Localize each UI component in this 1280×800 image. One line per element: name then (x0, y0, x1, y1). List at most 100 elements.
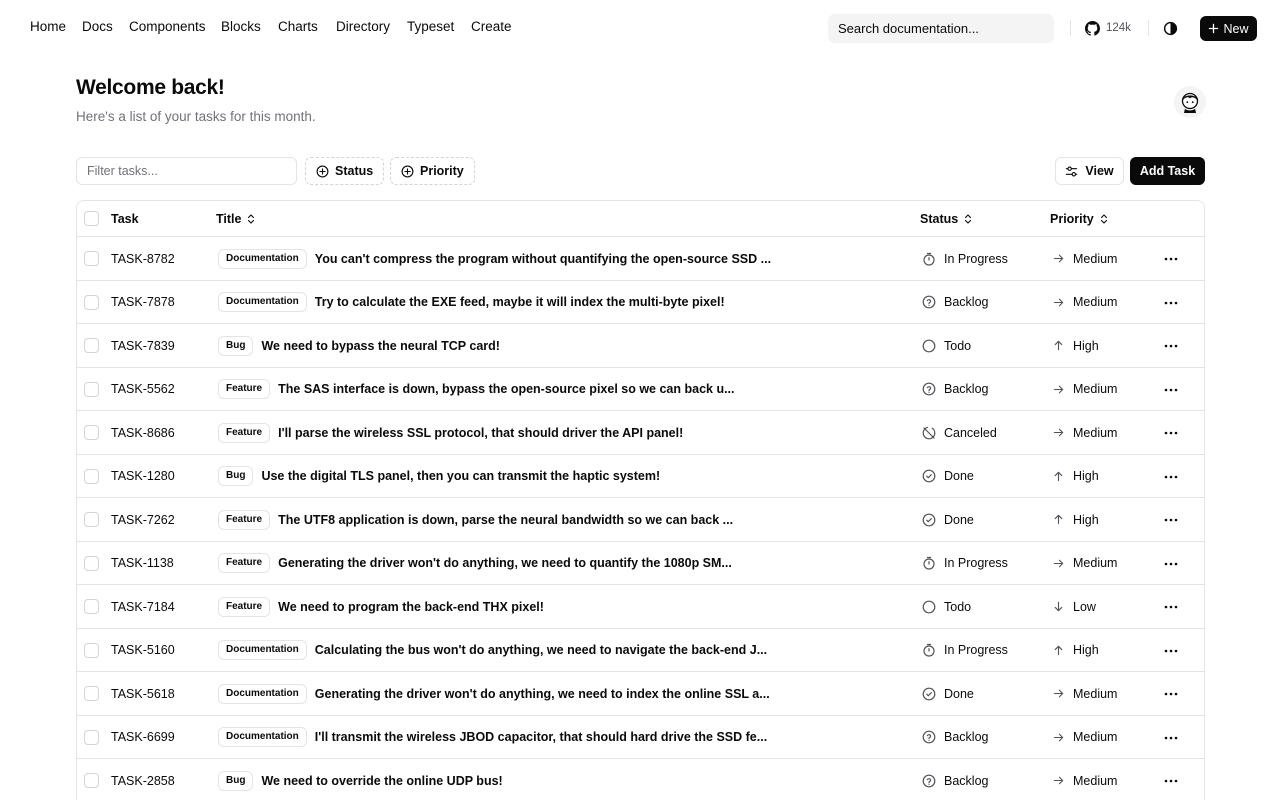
arrow-right-icon (1052, 296, 1065, 309)
task-id-cell: TASK-1138 (111, 542, 174, 586)
nav-link-blocks[interactable]: Blocks (221, 19, 261, 34)
row-checkbox[interactable] (84, 468, 99, 484)
task-priority-cell: High (1052, 455, 1099, 499)
nav-link-charts[interactable]: Charts (278, 19, 318, 34)
task-title: The SAS interface is down, bypass the op… (278, 382, 735, 397)
table-row[interactable]: TASK-8782 Documentation You can't compress… (77, 237, 1204, 281)
table-row[interactable]: TASK-2858 Bug We need to override the onli… (77, 759, 1204, 800)
row-actions-button[interactable] (1162, 382, 1180, 398)
task-title-cell: Documentation Generating the driver won't… (218, 672, 778, 716)
task-title: You can't compress the program without q… (314, 251, 772, 266)
nav-link-directory[interactable]: Directory (336, 19, 390, 34)
task-status-cell: Todo (922, 324, 971, 368)
task-title: The UTF8 application is down, parse the … (278, 512, 734, 527)
row-actions-button[interactable] (1162, 730, 1180, 746)
row-actions-button[interactable] (1162, 686, 1180, 702)
row-checkbox[interactable] (84, 686, 99, 701)
row-checkbox[interactable] (84, 381, 99, 397)
row-actions-button[interactable] (1162, 295, 1180, 311)
table-row[interactable]: TASK-7262 Feature The UTF8 application is … (77, 498, 1204, 542)
task-priority: High (1073, 643, 1099, 658)
select-all-checkbox[interactable] (84, 211, 99, 226)
plus-circle-icon (316, 165, 329, 177)
task-status: Todo (944, 338, 972, 353)
settings-sliders-icon (1066, 165, 1078, 177)
task-id-cell: TASK-5618 (111, 672, 175, 716)
task-id-cell: TASK-7878 (111, 281, 175, 325)
user-avatar[interactable] (1174, 86, 1206, 118)
table-row[interactable]: TASK-7878 Documentation Try to calculate t… (77, 281, 1204, 325)
arrow-up-icon (1052, 644, 1065, 657)
arrow-right-icon (1052, 252, 1065, 265)
task-status: In Progress (944, 556, 1008, 571)
table-row[interactable]: TASK-6699 Documentation I'll transmit the … (77, 716, 1204, 759)
row-checkbox[interactable] (84, 294, 99, 310)
view-options-button[interactable]: View (1055, 157, 1124, 185)
column-header-status[interactable]: Status (920, 201, 974, 237)
nav-link-create[interactable]: Create (471, 19, 512, 34)
nav-link-home[interactable]: Home (30, 19, 66, 34)
table-row[interactable]: TASK-8686 Feature I'll parse the wireless … (77, 411, 1204, 455)
task-status-cell: Backlog (922, 281, 988, 325)
task-status: Done (944, 686, 974, 701)
table-row[interactable]: TASK-7184 Feature We need to program the b… (77, 585, 1204, 629)
task-title-cell: Feature We need to program the back-end T… (218, 585, 778, 629)
table-row[interactable]: TASK-5160 Documentation Calculating the bu… (77, 629, 1204, 672)
filter-tasks-input[interactable] (76, 157, 297, 185)
task-label-badge: Documentation (218, 640, 307, 661)
arrow-right-icon (1052, 383, 1065, 396)
status-filter-label: Status (335, 164, 374, 178)
row-checkbox[interactable] (84, 599, 99, 614)
theme-toggle-button[interactable] (1160, 18, 1180, 38)
row-actions-button[interactable] (1162, 643, 1180, 659)
task-title-cell: Documentation Try to calculate the EXE fe… (218, 281, 778, 325)
task-priority-cell: Medium (1052, 759, 1117, 800)
add-task-button[interactable]: Add Task (1130, 157, 1205, 185)
table-row[interactable]: TASK-1138 Feature Generating the driver wo… (77, 542, 1204, 586)
table-row[interactable]: TASK-5562 Feature The SAS interface is dow… (77, 368, 1204, 412)
search-documentation-button[interactable]: Search documentation... (828, 14, 1054, 43)
task-priority: Medium (1073, 382, 1118, 397)
table-row[interactable]: TASK-7839 Bug We need to bypass the neural… (77, 324, 1204, 368)
row-checkbox[interactable] (84, 555, 99, 571)
contrast-icon (1163, 21, 1177, 35)
table-row[interactable]: TASK-5618 Documentation Generating the dri… (77, 672, 1204, 716)
plus-circle-icon (401, 165, 414, 177)
task-title-cell: Bug We need to override the online UDP bu… (218, 759, 778, 800)
task-status: In Progress (944, 251, 1008, 266)
more-horizontal-icon (1164, 649, 1178, 653)
row-actions-button[interactable] (1162, 425, 1180, 441)
nav-link-docs[interactable]: Docs (82, 19, 113, 34)
status-filter-button[interactable]: Status (305, 157, 385, 185)
row-checkbox[interactable] (84, 251, 99, 266)
task-priority: Low (1073, 599, 1096, 614)
row-checkbox[interactable] (84, 729, 99, 745)
task-priority: High (1073, 338, 1099, 353)
row-checkbox[interactable] (84, 642, 99, 658)
row-actions-button[interactable] (1162, 556, 1180, 572)
arrow-down-icon (1052, 600, 1065, 613)
row-actions-button[interactable] (1162, 512, 1180, 528)
row-checkbox[interactable] (84, 338, 99, 353)
arrow-right-icon (1052, 774, 1065, 787)
task-id-cell: TASK-2858 (111, 759, 175, 800)
row-actions-button[interactable] (1162, 599, 1180, 615)
row-checkbox[interactable] (84, 512, 99, 527)
row-actions-button[interactable] (1162, 251, 1180, 267)
row-checkbox[interactable] (84, 425, 99, 440)
github-link[interactable]: 124k (1085, 17, 1131, 39)
nav-link-components[interactable]: Components (129, 19, 206, 34)
priority-filter-button[interactable]: Priority (390, 157, 475, 185)
column-header-status-label: Status (920, 212, 959, 226)
row-actions-button[interactable] (1162, 773, 1180, 789)
row-checkbox[interactable] (84, 773, 99, 788)
column-header-title[interactable]: Title (216, 201, 257, 237)
table-row[interactable]: TASK-1280 Bug Use the digital TLS panel, t… (77, 455, 1204, 499)
row-actions-button[interactable] (1162, 469, 1180, 485)
task-priority: Medium (1073, 686, 1118, 701)
task-id-cell: TASK-5562 (111, 368, 175, 412)
nav-link-typeset[interactable]: Typeset (407, 19, 454, 34)
column-header-priority[interactable]: Priority (1050, 201, 1110, 237)
new-button[interactable]: New (1200, 16, 1257, 41)
row-actions-button[interactable] (1162, 338, 1180, 354)
